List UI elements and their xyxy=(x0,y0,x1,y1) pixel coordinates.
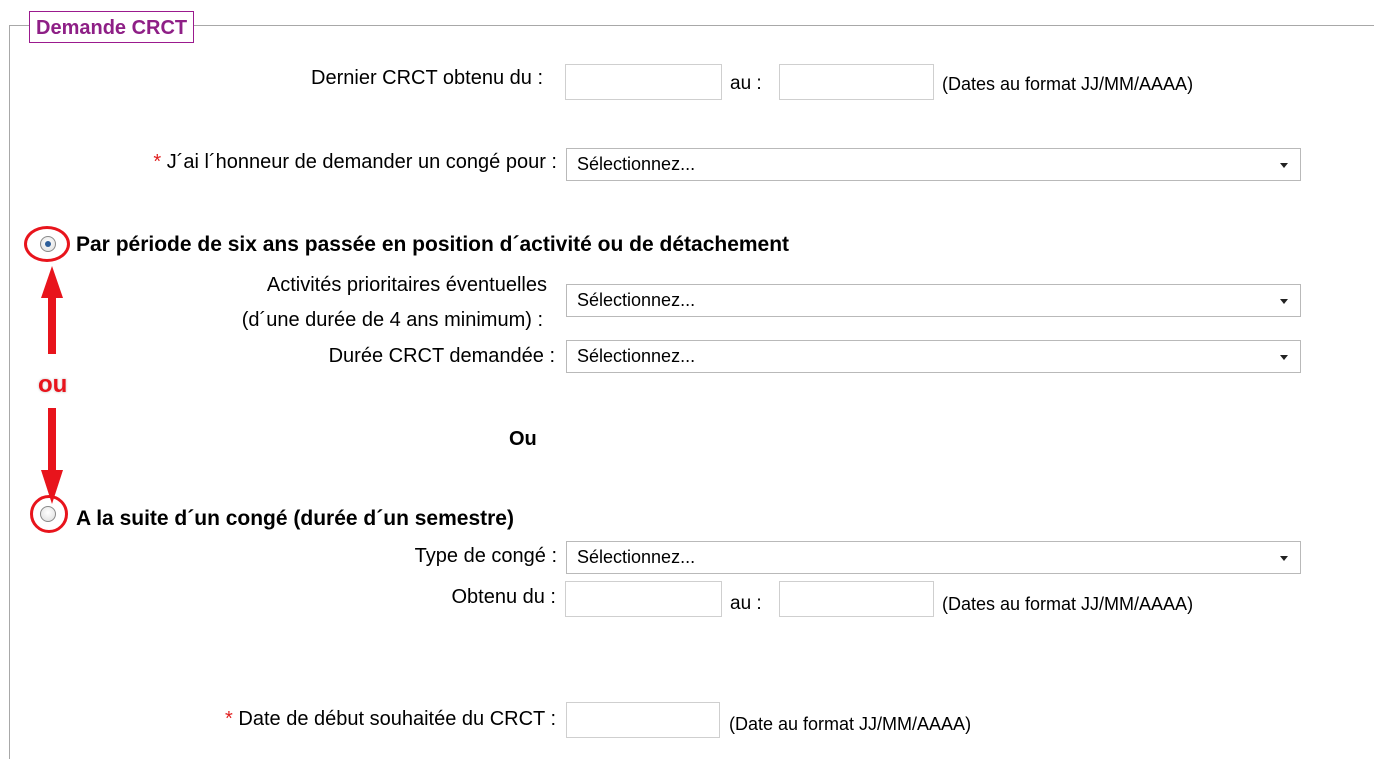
type-conge-label: Type de congé : xyxy=(414,545,557,567)
duree-crct-select[interactable]: Sélectionnez... xyxy=(566,340,1301,373)
arrow-up-head xyxy=(41,266,63,298)
date-debut-label-text: Date de début souhaitée du CRCT : xyxy=(238,708,556,730)
arrow-up-shaft xyxy=(48,296,56,354)
activites-label-line2: (d´une durée de 4 ans minimum) : xyxy=(241,309,543,331)
chevron-down-icon xyxy=(1280,355,1288,360)
option2-heading: A la suite d´un congé (durée d´un semest… xyxy=(76,507,514,530)
activites-selected: Sélectionnez... xyxy=(577,290,696,310)
duree-crct-label: Durée CRCT demandée : xyxy=(328,345,555,367)
conge-pour-label-text: J´ai l´honneur de demander un congé pour… xyxy=(166,151,557,173)
chevron-down-icon xyxy=(1280,299,1288,304)
fieldset-border-left xyxy=(9,25,10,759)
date-debut-hint: (Date au format JJ/MM/AAAA) xyxy=(729,714,972,734)
dernier-crct-date-hint: (Dates au format JJ/MM/AAAA) xyxy=(942,74,1194,94)
obtenu-du-label: Obtenu du : xyxy=(451,586,556,608)
dernier-crct-from-input[interactable] xyxy=(565,64,722,100)
dernier-crct-to-input[interactable] xyxy=(779,64,934,100)
arrow-down-shaft xyxy=(48,408,56,470)
fieldset-border-top xyxy=(9,25,1374,26)
chevron-down-icon xyxy=(1280,556,1288,561)
annotation-ou: ou xyxy=(38,371,68,398)
required-mark: * xyxy=(225,708,233,730)
date-debut-label: * Date de début souhaitée du CRCT : xyxy=(225,708,556,731)
fieldset-legend: Demande CRCT xyxy=(29,11,195,43)
obtenu-au-label: au : xyxy=(730,593,762,614)
option1-heading: Par période de six ans passée en positio… xyxy=(76,233,790,256)
type-conge-select[interactable]: Sélectionnez... xyxy=(566,541,1301,574)
chevron-down-icon xyxy=(1280,163,1288,168)
date-debut-input[interactable] xyxy=(566,702,720,738)
required-mark: * xyxy=(153,151,162,173)
dernier-crct-au-label: au : xyxy=(730,73,762,94)
activites-select[interactable]: Sélectionnez... xyxy=(566,284,1301,317)
dernier-crct-label: Dernier CRCT obtenu du : xyxy=(311,67,543,89)
conge-pour-selected: Sélectionnez... xyxy=(577,154,696,174)
activites-label-line1: Activités prioritaires éventuelles xyxy=(266,274,547,296)
annotation-circle-radio-1 xyxy=(24,226,70,262)
obtenu-from-input[interactable] xyxy=(565,581,722,617)
conge-pour-label: * J´ai l´honneur de demander un congé po… xyxy=(153,151,557,174)
conge-pour-select[interactable]: Sélectionnez... xyxy=(566,148,1301,181)
annotation-circle-radio-2 xyxy=(30,495,68,533)
separator-ou: Ou xyxy=(509,428,537,450)
obtenu-date-hint: (Dates au format JJ/MM/AAAA) xyxy=(942,594,1194,614)
type-conge-selected: Sélectionnez... xyxy=(577,547,696,567)
duree-crct-selected: Sélectionnez... xyxy=(577,346,696,366)
obtenu-to-input[interactable] xyxy=(779,581,934,617)
